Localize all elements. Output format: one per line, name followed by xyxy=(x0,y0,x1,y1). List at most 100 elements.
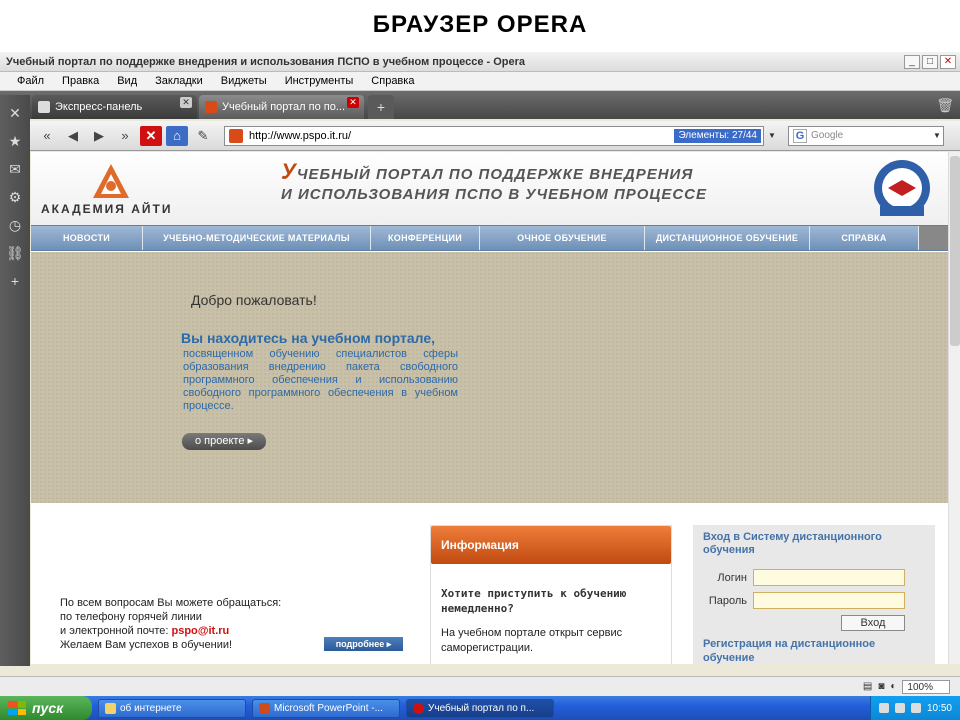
register-link[interactable]: Регистрация на дистанционное обучение xyxy=(693,631,935,664)
page-content: АКАДЕМИЯ АЙТИ УЧЕБНЫЙ ПОРТАЛ ПО ПОДДЕРЖК… xyxy=(31,152,948,664)
mail-icon[interactable]: ✉ xyxy=(3,155,27,183)
contacts-line: Желаем Вам успехов в обучении! xyxy=(60,639,233,651)
scrollbar-thumb[interactable] xyxy=(950,156,960,346)
add-panel-icon[interactable]: + xyxy=(3,267,27,295)
tab-label: Экспресс-панель xyxy=(55,101,143,113)
password-field[interactable] xyxy=(753,592,905,609)
tab-label: Учебный портал по по... xyxy=(222,101,346,113)
site-header: АКАДЕМИЯ АЙТИ УЧЕБНЫЙ ПОРТАЛ ПО ПОДДЕРЖК… xyxy=(31,152,948,225)
title-initial: У xyxy=(281,159,297,184)
menu-widgets[interactable]: Виджеты xyxy=(212,75,276,87)
info-panel: Информация Хотите приступить к обучению … xyxy=(430,525,672,664)
menu-help[interactable]: Справка xyxy=(362,75,423,87)
lead-text: Вы находитесь на учебном портале, xyxy=(181,330,436,346)
menu-bar: Файл Правка Вид Закладки Виджеты Инструм… xyxy=(0,72,960,91)
edit-pen-icon[interactable]: ✎ xyxy=(192,126,214,146)
taskbar-item[interactable]: Учебный портал по п... xyxy=(406,698,554,718)
start-button[interactable]: пуск xyxy=(0,696,92,720)
fast-forward-icon[interactable]: » xyxy=(114,126,136,146)
chevron-down-icon[interactable]: ▼ xyxy=(931,127,943,145)
search-placeholder: Google xyxy=(811,130,844,141)
info-header: Информация xyxy=(431,526,671,564)
bookmarks-star-icon[interactable]: ★ xyxy=(3,127,27,155)
window-titlebar: Учебный портал по поддержке внедрения и … xyxy=(0,52,960,72)
history-clock-icon[interactable]: ◷ xyxy=(3,211,27,239)
info-question: Хотите приступить к обучению немедленно? xyxy=(441,587,627,615)
tray-icon[interactable] xyxy=(894,703,905,713)
tab-speed-dial[interactable]: Экспресс-панель ✕ xyxy=(32,95,197,119)
main-nav: НОВОСТИ УЧЕБНО-МЕТОДИЧЕСКИЕ МАТЕРИАЛЫ КО… xyxy=(31,225,948,251)
contacts-line: и электронной почте: xyxy=(60,625,172,637)
slide-title: БРАУЗЕР OPERA xyxy=(372,11,588,38)
title-line1: ЧЕБНЫЙ ПОРТАЛ ПО ПОДДЕРЖКЕ ВНЕДРЕНИЯ xyxy=(296,166,694,183)
menu-edit[interactable]: Правка xyxy=(53,75,108,87)
login-header: Вход в Систему дистанционного обучения xyxy=(703,531,882,556)
tab-close-icon[interactable]: ✕ xyxy=(180,97,192,108)
start-label: пуск xyxy=(32,700,64,716)
menu-bookmarks[interactable]: Закладки xyxy=(146,75,212,87)
site-favicon-icon xyxy=(229,128,243,143)
opera-icon xyxy=(413,702,424,714)
nav-fulltime[interactable]: ОЧНОЕ ОБУЧЕНИЕ xyxy=(480,226,645,250)
window-title: Учебный портал по поддержке внедрения и … xyxy=(6,55,526,68)
info-body: На учебном портале открыт сервис саморег… xyxy=(441,627,623,654)
about-project-button[interactable]: о проекте ▸ xyxy=(182,433,266,450)
tab-close-icon[interactable]: ✕ xyxy=(347,97,359,108)
zoom-level[interactable]: 100% xyxy=(902,679,950,694)
nav-materials[interactable]: УЧЕБНО-МЕТОДИЧЕСКИЕ МАТЕРИАЛЫ xyxy=(143,226,371,250)
windows-logo-icon xyxy=(8,701,26,715)
taskbar-item[interactable]: Microsoft PowerPoint -... xyxy=(252,698,400,718)
taskbar-item[interactable]: об интернете xyxy=(98,698,246,718)
minimize-button[interactable]: _ xyxy=(904,54,920,69)
vertical-scrollbar[interactable] xyxy=(948,152,960,664)
elements-counter: Элементы: 27/44 xyxy=(674,128,761,143)
forward-icon[interactable]: ▶ xyxy=(88,126,110,146)
camera-icon[interactable]: ◙ xyxy=(878,681,884,692)
menu-view[interactable]: Вид xyxy=(108,75,146,87)
tools-icon[interactable]: ✕ xyxy=(3,99,27,127)
back-icon[interactable]: ◀ xyxy=(62,126,84,146)
tray-icon[interactable] xyxy=(878,703,889,713)
menu-tools[interactable]: Инструменты xyxy=(276,75,363,87)
nav-news[interactable]: НОВОСТИ xyxy=(31,226,143,250)
login-button[interactable]: Вход xyxy=(841,615,905,631)
rewind-icon[interactable]: « xyxy=(36,126,58,146)
speed-dial-icon xyxy=(38,101,50,113)
nav-distance[interactable]: ДИСТАНЦИОННОЕ ОБУЧЕНИЕ xyxy=(645,226,810,250)
trash-icon[interactable]: 🗑 xyxy=(936,97,954,114)
view-icon[interactable]: ◐ xyxy=(890,681,896,692)
login-field[interactable] xyxy=(753,569,905,586)
title-line2: И ИСПОЛЬЗОВАНИЯ ПСПО В УЧЕБНОМ ПРОЦЕССЕ xyxy=(281,186,708,203)
academy-logo-icon[interactable] xyxy=(91,162,131,200)
menu-file[interactable]: Файл xyxy=(8,75,53,87)
clock: 10:50 xyxy=(926,702,952,714)
system-tray: 10:50 xyxy=(869,696,960,720)
home-icon[interactable]: ⌂ xyxy=(166,125,188,146)
search-input[interactable]: G Google ▼ xyxy=(788,125,944,146)
tab-bar: Экспресс-панель ✕ Учебный портал по по..… xyxy=(0,91,960,119)
address-toolbar: « ◀ ▶ » ✕ ⌂ ✎ http://www.pspo.it.ru/ Эле… xyxy=(30,121,960,151)
email-link[interactable]: pspo@it.ru xyxy=(172,625,230,637)
address-field[interactable]: http://www.pspo.it.ru/ Элементы: 27/44 ▼ xyxy=(224,125,776,146)
password-label: Пароль xyxy=(708,594,747,607)
chevron-down-icon[interactable]: ▼ xyxy=(765,127,779,145)
contacts-block: По всем вопросам Вы можете обращаться: п… xyxy=(60,596,281,652)
description-text: посвященном обучению специалистов сферы … xyxy=(183,348,458,412)
side-panel: ✕ ★ ✉ ⚙ ◷ ⛓ + xyxy=(0,95,30,666)
widgets-icon[interactable]: ⚙ xyxy=(3,183,27,211)
logo-text: АКАДЕМИЯ АЙТИ xyxy=(41,202,173,216)
links-icon[interactable]: ⛓ xyxy=(3,239,27,267)
nav-conferences[interactable]: КОНФЕРЕНЦИИ xyxy=(371,226,480,250)
nav-help[interactable]: СПРАВКА xyxy=(810,226,919,250)
panel-toggle-icon[interactable]: ▤ xyxy=(863,681,872,692)
portal-favicon-icon xyxy=(205,101,217,113)
more-button[interactable]: подробнее ▸ xyxy=(324,637,403,651)
maximize-button[interactable]: □ xyxy=(922,54,938,69)
tab-portal[interactable]: Учебный портал по по... ✕ xyxy=(199,95,364,119)
taskbar-item-label: Учебный портал по п... xyxy=(428,702,535,714)
tray-icon[interactable] xyxy=(910,703,921,713)
stop-icon[interactable]: ✕ xyxy=(140,125,162,146)
new-tab-button[interactable]: + xyxy=(368,95,394,119)
close-window-button[interactable]: ✕ xyxy=(940,54,956,69)
google-icon[interactable]: G xyxy=(793,128,807,143)
